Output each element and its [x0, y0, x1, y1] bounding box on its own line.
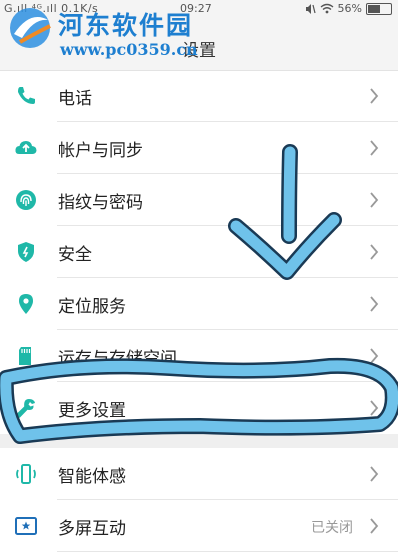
watermark-logo-icon [10, 8, 51, 48]
setting-label: 安全 [58, 245, 92, 265]
setting-label: 更多设置 [58, 401, 126, 421]
setting-label: 指纹与密码 [58, 193, 143, 213]
setting-item-location[interactable]: 定位服务 [0, 278, 398, 330]
setting-item-more-settings[interactable]: 更多设置 [0, 382, 398, 434]
chevron-right-icon [370, 466, 379, 482]
phone-motion-icon [16, 464, 36, 484]
chevron-right-icon [370, 140, 379, 156]
row-divider [57, 551, 398, 552]
cloud-sync-icon [15, 141, 37, 154]
watermark-site-name: 河东软件园 [58, 11, 194, 40]
chevron-right-icon [370, 192, 379, 208]
storage-card-icon [19, 347, 31, 365]
setting-item-security[interactable]: 安全 [0, 226, 398, 278]
shield-icon [18, 242, 34, 262]
setting-label: 帐户与同步 [58, 141, 143, 161]
setting-label: 运存与存储空间 [58, 349, 177, 369]
setting-item-smart-motion[interactable]: 智能体感 [0, 448, 398, 500]
chevron-right-icon [370, 88, 379, 104]
chevron-right-icon [370, 348, 379, 364]
phone-icon [18, 87, 35, 104]
status-icons: 56% [304, 2, 392, 15]
fingerprint-icon [16, 190, 36, 210]
multi-screen-icon [15, 517, 37, 535]
chevron-right-icon [370, 244, 379, 260]
chevron-right-icon [370, 518, 379, 534]
multi-screen-status: 已关闭 [311, 520, 353, 536]
wifi-icon [320, 3, 333, 14]
watermark-site-url: www.pc0359.cn [60, 40, 198, 59]
setting-item-phone[interactable]: 电话 [0, 70, 398, 122]
setting-label: 定位服务 [58, 297, 126, 317]
setting-item-multi-screen[interactable]: 多屏互动 已关闭 [0, 500, 398, 552]
chevron-right-icon [370, 400, 379, 416]
location-pin-icon [19, 294, 33, 314]
chevron-right-icon [370, 296, 379, 312]
battery-percent: 56% [337, 2, 362, 15]
setting-label: 电话 [58, 89, 92, 109]
setting-item-account-sync[interactable]: 帐户与同步 [0, 122, 398, 174]
setting-label: 智能体感 [58, 467, 126, 487]
setting-label: 多屏互动 [58, 519, 126, 539]
setting-item-fingerprint-password[interactable]: 指纹与密码 [0, 174, 398, 226]
battery-icon [366, 2, 392, 15]
setting-item-memory-storage[interactable]: 运存与存储空间 [0, 330, 398, 382]
section-divider [0, 434, 398, 448]
wrench-icon [16, 399, 35, 418]
mute-icon [305, 3, 316, 14]
